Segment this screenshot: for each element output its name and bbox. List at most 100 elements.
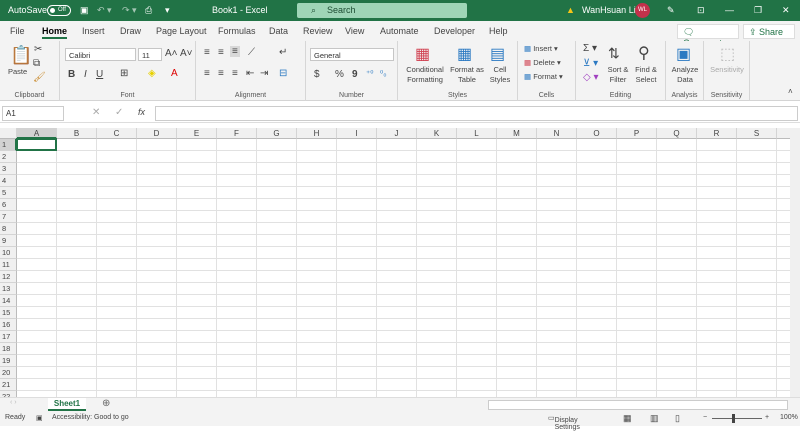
normal-view-icon[interactable]: ▦ [623, 413, 632, 424]
font-color-icon[interactable]: A [171, 68, 178, 79]
fill-icon[interactable]: ⊻ ▾ [583, 58, 598, 69]
comma-button[interactable]: 9 [352, 69, 358, 80]
close-icon[interactable]: ✕ [782, 5, 790, 16]
name-box[interactable]: A1 [2, 106, 64, 121]
column-header[interactable]: M [497, 128, 537, 139]
currency-button[interactable]: $ [314, 69, 320, 80]
increase-indent-icon[interactable]: ⇥ [260, 68, 268, 79]
paste-icon[interactable]: 📋 [10, 45, 32, 66]
column-header[interactable]: P [617, 128, 657, 139]
clear-icon[interactable]: ◇ ▾ [583, 72, 599, 83]
formula-input[interactable] [155, 106, 798, 121]
active-cell[interactable] [16, 138, 57, 151]
font-size-select[interactable]: 11 [138, 48, 162, 61]
zoom-out-icon[interactable]: − [703, 414, 707, 421]
column-header[interactable]: T [777, 128, 790, 139]
bold-button[interactable]: B [68, 69, 75, 80]
number-format-select[interactable]: General [310, 48, 394, 61]
tab-draw[interactable]: Draw [120, 26, 141, 36]
column-header[interactable]: S [737, 128, 777, 139]
borders-icon[interactable]: ⊞ [120, 68, 128, 79]
autosum-icon[interactable]: Σ ▾ [583, 43, 597, 54]
zoom-level[interactable]: 100% [780, 414, 798, 421]
avatar[interactable]: WL [635, 3, 650, 18]
column-header[interactable]: F [217, 128, 257, 139]
sheet-tab[interactable]: Sheet1 [48, 398, 86, 411]
row-header[interactable]: 14 [0, 295, 17, 307]
align-left-icon[interactable]: ≡ [204, 68, 210, 79]
page-layout-view-icon[interactable]: ▥ [650, 413, 659, 424]
column-header[interactable]: E [177, 128, 217, 139]
enter-icon[interactable]: ✓ [115, 107, 123, 118]
tab-formulas[interactable]: Formulas [218, 26, 256, 36]
column-header[interactable]: G [257, 128, 297, 139]
cancel-icon[interactable]: ✕ [92, 107, 100, 118]
accessibility-status[interactable]: Accessibility: Good to go [52, 414, 129, 421]
autosave-toggle[interactable]: Off [47, 5, 71, 16]
tab-automate[interactable]: Automate [380, 26, 419, 36]
select-all-button[interactable] [0, 128, 17, 139]
align-middle-icon[interactable]: ≡ [218, 47, 224, 58]
sensitivity-button[interactable]: Sensitivity [706, 65, 748, 75]
increase-decimal-icon[interactable]: ⁺⁰ [366, 69, 373, 78]
column-header[interactable]: Q [657, 128, 697, 139]
vertical-scrollbar[interactable] [790, 128, 800, 397]
tab-page-layout[interactable]: Page Layout [156, 26, 207, 36]
row-header[interactable]: 10 [0, 247, 17, 259]
page-break-view-icon[interactable]: ▯ [675, 413, 680, 424]
minimize-icon[interactable]: — [725, 5, 734, 15]
merge-center-icon[interactable]: ⊟ [279, 68, 287, 79]
increase-font-icon[interactable]: A˄ [165, 48, 178, 59]
tab-help[interactable]: Help [489, 26, 508, 36]
tab-data[interactable]: Data [269, 26, 288, 36]
decrease-decimal-icon[interactable]: ⁰₀ [380, 69, 387, 78]
tab-insert[interactable]: Insert [82, 26, 105, 36]
align-center-icon[interactable]: ≡ [218, 68, 224, 79]
pen-icon[interactable]: ✎ [667, 5, 675, 16]
column-header[interactable]: O [577, 128, 617, 139]
tab-file[interactable]: File [10, 26, 25, 36]
user-name[interactable]: WanHsuan Lin [582, 5, 641, 15]
analyze-data-button[interactable]: Analyze Data [669, 65, 701, 85]
font-name-select[interactable]: Calibri [65, 48, 136, 61]
sort-filter-button[interactable]: Sort & Filter [605, 65, 631, 85]
row-header[interactable]: 21 [0, 379, 17, 391]
row-header[interactable]: 16 [0, 319, 17, 331]
touch-mode-icon[interactable]: ⎙ [145, 5, 152, 16]
column-header[interactable]: C [97, 128, 137, 139]
format-as-table-button[interactable]: Format as Table [448, 65, 486, 85]
column-header[interactable]: H [297, 128, 337, 139]
align-right-icon[interactable]: ≡ [232, 68, 238, 79]
row-header[interactable]: 3 [0, 163, 17, 175]
tab-developer[interactable]: Developer [434, 26, 475, 36]
ribbon-display-icon[interactable]: ⊡ [697, 5, 705, 16]
row-header[interactable]: 13 [0, 283, 17, 295]
column-header[interactable]: R [697, 128, 737, 139]
cell-styles-button[interactable]: Cell Styles [486, 65, 514, 85]
decrease-indent-icon[interactable]: ⇤ [246, 68, 254, 79]
insert-function-button[interactable]: fx [138, 107, 145, 117]
zoom-slider[interactable] [712, 418, 762, 419]
add-sheet-icon[interactable]: ⊕ [102, 398, 110, 409]
column-header[interactable]: B [57, 128, 97, 139]
column-header[interactable]: L [457, 128, 497, 139]
tab-view[interactable]: View [345, 26, 364, 36]
sheet-nav-icon[interactable]: ‹ › [10, 399, 17, 406]
row-header[interactable]: 7 [0, 211, 17, 223]
zoom-in-icon[interactable]: + [765, 414, 769, 421]
row-header[interactable]: 17 [0, 331, 17, 343]
row-header[interactable]: 19 [0, 355, 17, 367]
cut-icon[interactable]: ✂ [34, 44, 42, 55]
share-button[interactable]: ⇪ Share ▾ [743, 24, 795, 48]
row-header[interactable]: 8 [0, 223, 17, 235]
row-header[interactable]: 6 [0, 199, 17, 211]
delete-cells-button[interactable]: ▦ Delete ▾ [524, 58, 561, 68]
align-bottom-icon[interactable]: ≡ [230, 46, 240, 57]
orientation-icon[interactable]: ⟋ [248, 47, 255, 58]
column-header[interactable]: I [337, 128, 377, 139]
row-header[interactable]: 4 [0, 175, 17, 187]
percent-button[interactable]: % [335, 69, 344, 80]
column-header[interactable]: D [137, 128, 177, 139]
column-header[interactable]: N [537, 128, 577, 139]
format-cells-button[interactable]: ▦ Format ▾ [524, 72, 563, 82]
